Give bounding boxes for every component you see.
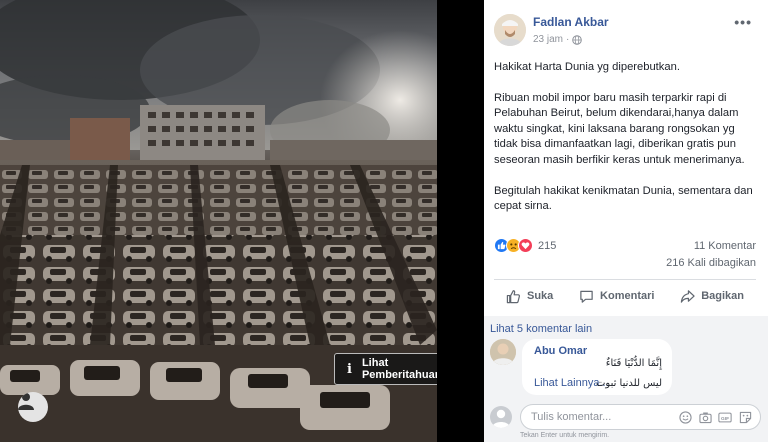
post-paragraph: Begitulah hakikat kenikmatan Dunia, seme… bbox=[494, 184, 753, 213]
enter-to-send-hint: Tekan Enter untuk mengirim. bbox=[520, 432, 610, 439]
like-label: Suka bbox=[527, 290, 554, 302]
my-avatar bbox=[490, 406, 512, 428]
post-stats: 215 11 Komentar 216 Kali dibagikan bbox=[494, 238, 756, 272]
post-time: 23 jam · bbox=[533, 34, 583, 45]
reaction-count: 215 bbox=[538, 239, 557, 252]
post-actions: Suka Komentari Bagikan bbox=[494, 284, 756, 308]
comment-input[interactable] bbox=[531, 409, 671, 425]
post-header: Fadlan Akbar 23 jam · ••• bbox=[494, 14, 764, 48]
author-name-link[interactable]: Fadlan Akbar bbox=[533, 15, 609, 29]
comments-section: Lihat 5 komentar lain Abu Omar إِنَّمَا … bbox=[484, 316, 768, 442]
author-avatar[interactable] bbox=[494, 14, 526, 46]
post-photo[interactable]: i Lihat Pemberitahuan bbox=[0, 0, 437, 442]
post-paragraph: Hakikat Harta Dunia yg diperebutkan. bbox=[494, 61, 680, 73]
post-timestamp[interactable]: 23 jam bbox=[533, 34, 563, 45]
commenter-avatar[interactable] bbox=[490, 339, 516, 365]
gif-icon[interactable]: GIF bbox=[718, 410, 732, 424]
comment-bubble: Abu Omar إِنَّمَا الدُّنْيَا فَنَاءٌ Lih… bbox=[522, 339, 672, 395]
reactions-summary[interactable]: 215 bbox=[494, 238, 556, 253]
post-panel: Fadlan Akbar 23 jam · ••• Hakikat Harta … bbox=[484, 0, 768, 442]
comment-button[interactable]: Komentari bbox=[567, 284, 666, 308]
comment-text: إِنَّمَا الدُّنْيَا فَنَاءٌ bbox=[605, 358, 662, 369]
view-notice-label: Lihat Pemberitahuan bbox=[361, 357, 437, 381]
comment-label: Komentari bbox=[600, 290, 655, 302]
comment-icon bbox=[580, 290, 593, 303]
person-icon bbox=[18, 393, 34, 410]
post-body: Hakikat Harta Dunia yg diperebutkan. Rib… bbox=[494, 60, 759, 230]
share-button[interactable]: Bagikan bbox=[668, 284, 756, 308]
camera-icon[interactable] bbox=[698, 410, 712, 424]
shares-count-link[interactable]: 216 Kali dibagikan bbox=[666, 257, 756, 269]
commenter-name-link[interactable]: Abu Omar bbox=[534, 345, 587, 357]
info-icon: i bbox=[347, 361, 352, 377]
sticker-icon[interactable] bbox=[738, 410, 752, 424]
viewer-avatar-button[interactable] bbox=[18, 392, 48, 422]
view-notice-button[interactable]: i Lihat Pemberitahuan bbox=[334, 353, 437, 385]
post-paragraph: Ribuan mobil impor baru masih terparkir … bbox=[494, 91, 745, 166]
love-reaction-icon bbox=[518, 238, 533, 253]
person-icon bbox=[492, 409, 510, 428]
divider bbox=[494, 279, 756, 280]
comment-input-tools: GIF bbox=[678, 410, 752, 424]
comment-input-box: GIF bbox=[520, 404, 761, 430]
share-icon bbox=[681, 289, 695, 303]
comments-count-link[interactable]: 11 Komentar bbox=[694, 240, 756, 252]
more-icon[interactable]: ••• bbox=[734, 14, 752, 30]
globe-icon bbox=[572, 34, 583, 45]
thumbs-up-icon bbox=[506, 289, 521, 303]
view-more-comments-link[interactable]: Lihat 5 komentar lain bbox=[490, 323, 592, 335]
svg-text:GIF: GIF bbox=[721, 415, 729, 421]
share-label: Bagikan bbox=[701, 290, 744, 302]
like-button[interactable]: Suka bbox=[494, 284, 565, 308]
emoji-icon[interactable] bbox=[678, 410, 692, 424]
comment-text: ليس للدنيا ثبوت bbox=[595, 378, 662, 389]
